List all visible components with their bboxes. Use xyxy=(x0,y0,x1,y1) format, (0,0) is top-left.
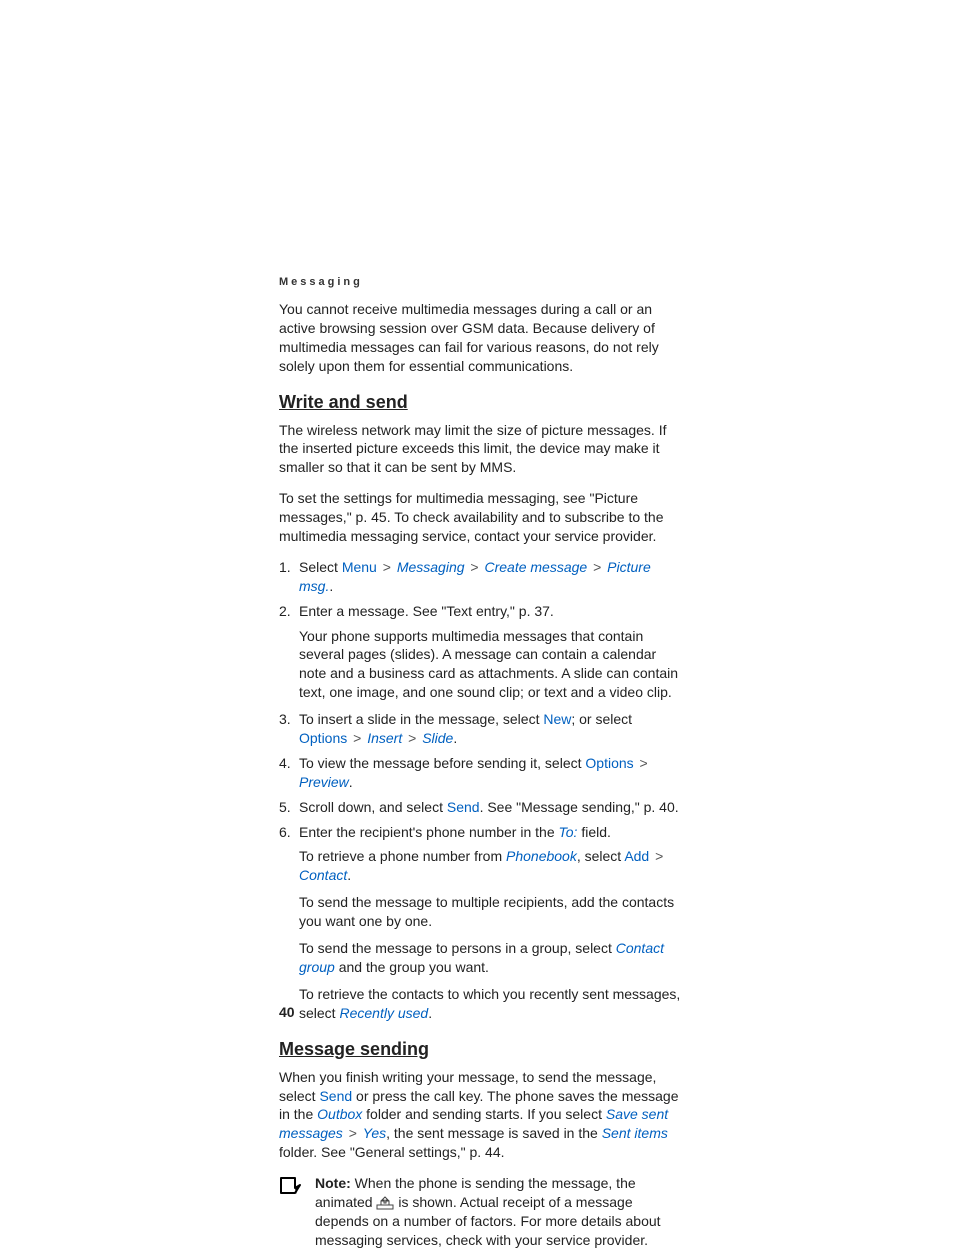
menu-path: Preview xyxy=(299,774,349,790)
ordered-list: 1. Select Menu > Messaging > Create mess… xyxy=(279,558,681,1023)
menu-path: Messaging xyxy=(397,559,465,575)
list-text: Select Menu > Messaging > Create message… xyxy=(299,558,681,596)
list-number: 6. xyxy=(279,823,299,842)
list-text: To view the message before sending it, s… xyxy=(299,754,681,792)
paragraph: The wireless network may limit the size … xyxy=(279,421,681,478)
menu-path: Recently used xyxy=(339,1005,428,1021)
page-number: 40 xyxy=(279,1004,295,1020)
heading-write-and-send: Write and send xyxy=(279,392,681,413)
note-icon xyxy=(279,1176,303,1198)
menu-path: Create message xyxy=(484,559,587,575)
separator: > xyxy=(468,559,480,575)
list-number: 3. xyxy=(279,710,299,748)
paragraph: To set the settings for multimedia messa… xyxy=(279,489,681,546)
menu-label: Send xyxy=(447,799,480,815)
list-number: 5. xyxy=(279,798,299,817)
list-item: 2. Enter a message. See "Text entry," p.… xyxy=(279,602,681,621)
list-text: Scroll down, and select Send. See "Messa… xyxy=(299,798,681,817)
menu-path: Slide xyxy=(422,730,453,746)
menu-label: Add xyxy=(624,848,649,864)
list-item: 4. To view the message before sending it… xyxy=(279,754,681,792)
paragraph: When you finish writing your message, to… xyxy=(279,1068,681,1162)
sending-animated-icon xyxy=(376,1196,394,1210)
list-item: 6. Enter the recipient's phone number in… xyxy=(279,823,681,842)
list-sub-paragraph: To send the message to multiple recipien… xyxy=(299,893,681,931)
menu-label: Options xyxy=(585,755,633,771)
list-sub-paragraph: To retrieve a phone number from Phoneboo… xyxy=(299,847,681,885)
menu-path: Insert xyxy=(367,730,402,746)
list-item: 5. Scroll down, and select Send. See "Me… xyxy=(279,798,681,817)
separator: > xyxy=(406,730,418,746)
menu-path: Phonebook xyxy=(506,848,577,864)
list-number: 4. xyxy=(279,754,299,792)
menu-path: Contact xyxy=(299,867,347,883)
list-number: 1. xyxy=(279,558,299,596)
header-label: Messaging xyxy=(279,276,681,288)
menu-label: Menu xyxy=(342,559,377,575)
separator: > xyxy=(591,559,603,575)
note-label: Note: xyxy=(315,1175,351,1191)
separator: > xyxy=(638,755,650,771)
separator: > xyxy=(381,559,393,575)
list-number: 2. xyxy=(279,602,299,621)
menu-label: New xyxy=(543,711,571,727)
list-item: 3. To insert a slide in the message, sel… xyxy=(279,710,681,748)
list-text: To insert a slide in the message, select… xyxy=(299,710,681,748)
folder-label: Outbox xyxy=(317,1106,362,1122)
note-block: Note: When the phone is sending the mess… xyxy=(279,1174,681,1250)
folder-label: Sent items xyxy=(602,1125,668,1141)
list-sub-paragraph: To retrieve the contacts to which you re… xyxy=(299,985,681,1023)
list-sub-paragraph: To send the message to persons in a grou… xyxy=(299,939,681,977)
separator: > xyxy=(653,848,665,864)
list-item: 1. Select Menu > Messaging > Create mess… xyxy=(279,558,681,596)
list-sub-paragraph: Your phone supports multimedia messages … xyxy=(299,627,681,703)
menu-path: Yes xyxy=(363,1125,386,1141)
field-label: To: xyxy=(559,824,578,840)
note-text: Note: When the phone is sending the mess… xyxy=(315,1174,681,1250)
heading-message-sending: Message sending xyxy=(279,1039,681,1060)
menu-label: Send xyxy=(319,1088,352,1104)
intro-paragraph: You cannot receive multimedia messages d… xyxy=(279,300,681,376)
note-icon-wrap xyxy=(279,1174,315,1250)
separator: > xyxy=(351,730,363,746)
menu-label: Options xyxy=(299,730,347,746)
list-text: Enter a message. See "Text entry," p. 37… xyxy=(299,602,681,621)
separator: > xyxy=(347,1125,359,1141)
list-text: Enter the recipient's phone number in th… xyxy=(299,823,681,842)
page-content: Messaging You cannot receive multimedia … xyxy=(279,276,681,1250)
